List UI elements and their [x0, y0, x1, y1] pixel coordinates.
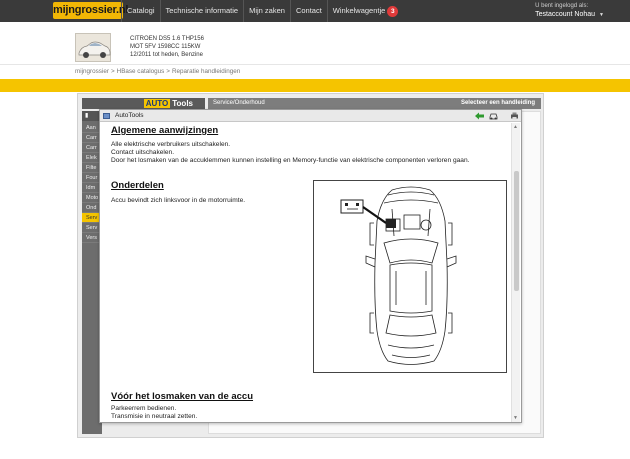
back-arrow-icon[interactable]	[475, 112, 484, 120]
scroll-up-icon[interactable]: ▲	[513, 124, 518, 130]
chevron-down-icon: ▼	[599, 12, 604, 18]
text-line: Contact uitschakelen.	[111, 149, 175, 156]
vehicle-engine: MOT 5FV 1598CC 115KW	[130, 44, 201, 50]
section-heading-parts: Onderdelen	[111, 180, 164, 191]
login-status: U bent ingelogd als:	[535, 3, 589, 9]
text-line: Alle elektrische verbruikers uitschakele…	[111, 141, 231, 148]
vehicle-description: CITROEN DS5 1.6 THP156 MOT 5FV 1598CC 11…	[130, 35, 330, 59]
scroll-thumb[interactable]	[514, 171, 519, 291]
breadcrumb: mijngrossier > HBase catalogus > Reparatie h…	[75, 68, 240, 75]
vehicle-thumbnail	[75, 33, 111, 62]
modal-content: Algemene aanwijzingen Alle elektrische v…	[101, 123, 509, 422]
accent-bar	[0, 79, 630, 92]
select-manual-label[interactable]: Selecteer een handleiding	[461, 100, 535, 106]
car-icon[interactable]	[489, 112, 498, 120]
nav-technische-informatie[interactable]: Technische informatie	[159, 0, 244, 22]
top-navbar: mijngrossier.nl Catalogi Technische info…	[0, 0, 630, 22]
text-line: Transmisie in neutraal zetten.	[111, 413, 198, 420]
text-line: Accu bevindt zich linksvoor in de motorr…	[111, 197, 246, 204]
service-title: Service/Onderhoud	[213, 100, 265, 106]
scroll-down-icon[interactable]: ▼	[513, 415, 518, 421]
nav-cart[interactable]: Winkelwagentje 3	[326, 0, 404, 22]
user-name: Testaccount Nohau ▼	[535, 11, 604, 18]
text-line: Parkeerrem bedienen.	[111, 405, 177, 412]
breadcrumb-home[interactable]: mijngrossier	[75, 68, 109, 75]
service-header: Service/Onderhoud Selecteer een handleid…	[208, 98, 541, 109]
breadcrumb-catalog[interactable]: HBase catalogus	[117, 68, 165, 75]
breadcrumb-current: Reparatie handleidingen	[171, 68, 241, 75]
cart-count-badge: 3	[387, 5, 399, 17]
user-menu[interactable]: U bent ingelogd als: Testaccount Nohau ▼	[535, 2, 604, 20]
nav-contact[interactable]: Contact	[289, 0, 327, 22]
modal-title: AutoTools	[115, 112, 144, 119]
cart-label: Winkelwagentje	[332, 6, 386, 15]
vehicle-model: CITROEN DS5 1.6 THP156	[130, 36, 204, 42]
modal-scrollbar[interactable]: ▲ ▼	[511, 123, 520, 422]
breadcrumb-separator: >	[166, 68, 170, 75]
modal-titlebar: AutoTools	[100, 110, 521, 122]
text-line: Door het losmaken van de accuklemmen kun…	[111, 157, 470, 164]
window-icon	[103, 113, 110, 119]
main-nav: Catalogi Technische informatie Mijn zake…	[121, 0, 403, 22]
divider	[0, 64, 630, 65]
battery-location-diagram	[313, 180, 507, 373]
autotools-logo: AUTO Tools	[143, 99, 193, 108]
print-icon[interactable]	[510, 112, 519, 120]
site-logo[interactable]: mijngrossier.nl	[53, 2, 128, 19]
autotools-header: AUTO Tools	[82, 98, 205, 109]
section-heading-before-disconnect: Vóór het losmaken van de accu	[111, 391, 254, 402]
vehicle-period: 12/2011 tot heden, Benzine	[130, 52, 203, 58]
breadcrumb-separator: >	[110, 68, 115, 75]
autotools-modal: AutoTools Algemene aanwijzingen Alle ele…	[99, 109, 522, 423]
nav-catalogi[interactable]: Catalogi	[121, 0, 160, 22]
nav-mijn-zaken[interactable]: Mijn zaken	[243, 0, 290, 22]
section-heading-general: Algemene aanwijzingen	[111, 125, 219, 136]
